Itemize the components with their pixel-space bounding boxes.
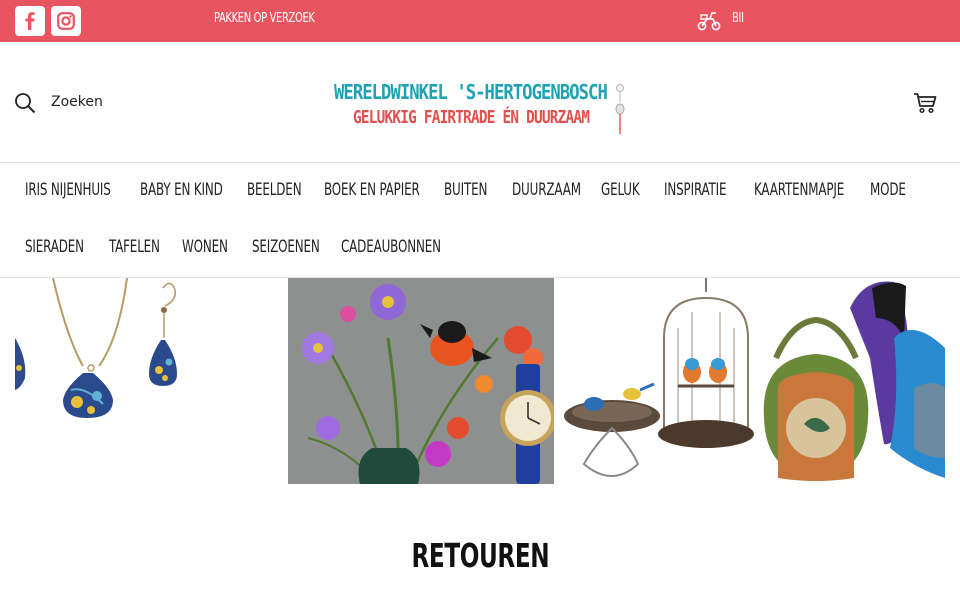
page-title-text: RETOUREN [411,536,549,575]
site-header: Zoeken WERELDWINKEL 'S-HERTOGENBOSCH GEL… [0,42,960,163]
nav-item-mode[interactable]: MODE [870,180,906,200]
nav-item-inspiratie[interactable]: INSPIRATIE [664,180,727,200]
nav-item-tafelen[interactable]: TAFELEN [109,237,160,257]
nav-item-baby-en-kind[interactable]: BABY EN KIND [140,180,223,200]
facebook-link[interactable] [15,6,45,36]
nav-item-wonen[interactable]: WONEN [182,237,228,257]
nav-item-kaartenmapje[interactable]: KAARTENMAPJE [754,180,844,200]
nav-item-buiten[interactable]: BUITEN [444,180,487,200]
nav-item-cadeaubonnen[interactable]: CADEAUBONNEN [341,237,441,257]
top-bar: PAKKEN OP VERZOEK BII [0,0,960,42]
logo-line2: GELUKKIG FAIRTRADE ÉN DUURZAAM [353,107,590,128]
instagram-icon [57,12,75,30]
instagram-link[interactable] [51,6,81,36]
nav-item-geluk[interactable]: GELUK [601,180,640,200]
hero-image-jewelry [15,278,275,484]
topbar-message-left: PAKKEN OP VERZOEK [214,11,315,26]
cart-icon[interactable] [913,92,937,114]
hero-image-flowers [288,278,554,484]
nav-item-boek-en-papier[interactable]: BOEK EN PAPIER [324,180,420,200]
nav-item-seizoenen[interactable]: SEIZOENEN [252,237,320,257]
page-title: RETOUREN [0,536,960,575]
topbar-message-right: BII [732,11,744,26]
nav-item-duurzaam[interactable]: DUURZAAM [512,180,581,200]
hero-image-products [554,278,945,484]
nav-item-sieraden[interactable]: SIERADEN [25,237,84,257]
nav-item-iris-nijenhuis[interactable]: IRIS NIJENHUIS [25,180,111,200]
facebook-icon [25,12,35,30]
search-icon[interactable] [14,92,36,114]
scooter-icon [697,12,721,31]
site-logo[interactable]: WERELDWINKEL 'S-HERTOGENBOSCH GELUKKIG F… [334,78,626,136]
nav-item-beelden[interactable]: BEELDEN [247,180,302,200]
search-label[interactable]: Zoeken [51,94,103,110]
logo-line1: WERELDWINKEL 'S-HERTOGENBOSCH [334,80,608,104]
main-navigation: IRIS NIJENHUIS BABY EN KIND BEELDEN BOEK… [0,163,960,278]
logo-pin-icon [615,83,625,134]
